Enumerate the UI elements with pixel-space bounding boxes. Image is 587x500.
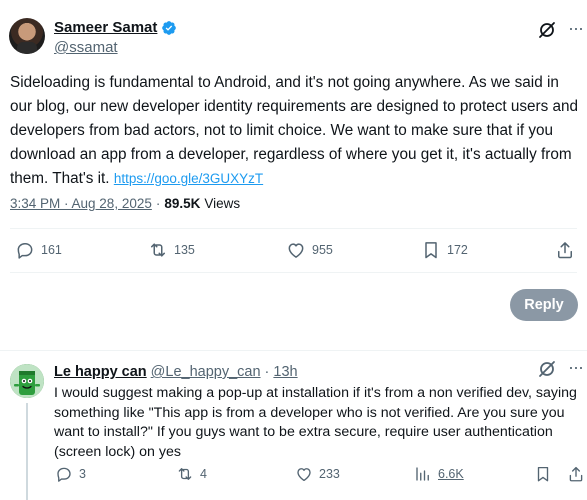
reply-button[interactable]: Reply xyxy=(510,289,578,321)
reply-icon xyxy=(17,243,33,259)
views-action[interactable]: 6.6K xyxy=(414,465,464,483)
post-meta: 3:34 PM · Aug 28, 2025 · 89.5K Views xyxy=(10,196,240,211)
bookmark-icon xyxy=(537,466,549,482)
verified-badge-icon xyxy=(162,20,177,35)
share-icon xyxy=(558,242,572,259)
reply-action[interactable]: 161 xyxy=(15,240,62,260)
bookmark-action[interactable]: 172 xyxy=(421,240,468,260)
share-action[interactable] xyxy=(567,465,585,483)
bookmark-action[interactable] xyxy=(534,465,552,483)
divider xyxy=(10,272,577,273)
grok-icon[interactable] xyxy=(537,359,557,379)
share-action[interactable] xyxy=(555,240,575,260)
author-display-name[interactable]: Sameer Samat xyxy=(54,19,157,36)
views-label: Views xyxy=(204,196,241,211)
repost-icon xyxy=(178,468,192,480)
author-name-row: Sameer Samat xyxy=(54,19,177,36)
reply-dot: · xyxy=(264,364,270,380)
like-icon xyxy=(288,243,304,258)
post-timestamp[interactable]: 3:34 PM · Aug 28, 2025 xyxy=(10,196,152,211)
avatar[interactable] xyxy=(10,364,44,398)
author-handle[interactable]: @ssamat xyxy=(54,39,118,56)
avatar[interactable] xyxy=(9,18,45,54)
action-bar: 161 135 955 172 xyxy=(0,240,587,260)
post-text: Sideloading is fundamental to Android, a… xyxy=(10,74,579,187)
like-count: 955 xyxy=(312,243,333,257)
like-icon xyxy=(297,468,311,482)
reply-icon xyxy=(57,467,71,482)
reply-header: Le happy can @Le_happy_can · 13h xyxy=(54,364,298,380)
reply-action[interactable]: 3 xyxy=(55,465,86,483)
more-icon[interactable]: ··· xyxy=(568,357,584,377)
more-icon[interactable]: ··· xyxy=(568,18,584,38)
repost-action[interactable]: 135 xyxy=(148,240,195,260)
bookmark-count: 172 xyxy=(447,243,468,257)
reply-post[interactable]: Le happy can @Le_happy_can · 13h ··· I w… xyxy=(0,350,587,500)
post-link[interactable]: https://goo.gle/3GUXYzT xyxy=(114,171,263,186)
main-post: Sameer Samat @ssamat ··· Sideloading is … xyxy=(0,0,587,350)
reply-count: 161 xyxy=(41,243,62,257)
repost-count: 4 xyxy=(200,467,207,481)
meta-separator: · xyxy=(155,196,161,211)
bookmark-icon xyxy=(425,242,437,259)
thread-line xyxy=(26,403,28,500)
views-count: 6.6K xyxy=(438,467,464,481)
reply-display-name[interactable]: Le happy can xyxy=(54,364,147,380)
can-avatar-icon xyxy=(10,364,44,398)
reply-timestamp[interactable]: 13h xyxy=(273,364,297,380)
like-action[interactable]: 233 xyxy=(295,465,340,483)
like-count: 233 xyxy=(319,467,340,481)
post-body: Sideloading is fundamental to Android, a… xyxy=(10,71,582,191)
views-icon xyxy=(416,467,429,481)
like-action[interactable]: 955 xyxy=(286,240,333,260)
repost-count: 135 xyxy=(174,243,195,257)
repost-icon xyxy=(151,243,165,257)
reply-handle[interactable]: @Le_happy_can xyxy=(151,364,261,380)
divider xyxy=(10,228,577,229)
reply-action-bar: 3 4 233 6.6K xyxy=(0,465,587,485)
reply-count: 3 xyxy=(79,467,86,481)
views-count: 89.5K xyxy=(164,196,201,211)
repost-action[interactable]: 4 xyxy=(176,465,207,483)
grok-icon[interactable] xyxy=(537,20,557,40)
reply-body: I would suggest making a pop-up at insta… xyxy=(54,385,577,460)
share-icon xyxy=(569,466,583,482)
